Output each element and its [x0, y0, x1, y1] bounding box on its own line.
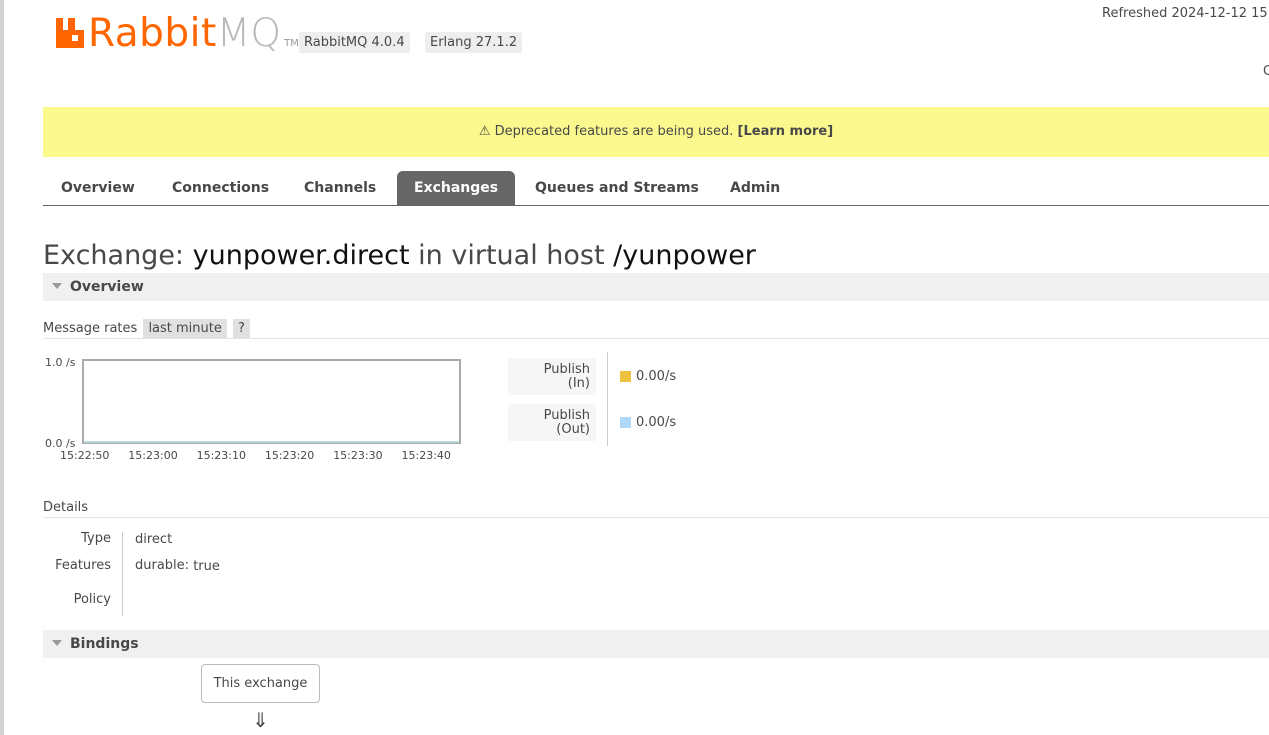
details-heading: Details: [43, 498, 1269, 518]
tab-exchanges[interactable]: Exchanges: [397, 171, 516, 206]
chart-plot-area: [82, 359, 461, 444]
collapse-triangle-icon: [52, 640, 62, 646]
legend-publish-in-line2: (In): [567, 375, 590, 391]
legend-publish-out-line1: Publish: [543, 407, 590, 423]
help-button[interactable]: ?: [233, 319, 250, 338]
type-label: Type: [81, 531, 111, 546]
tab-queues-and-streams[interactable]: Queues and Streams: [518, 171, 716, 206]
publish-out-rate-value: 0.00/s: [636, 415, 677, 430]
tab-overview[interactable]: Overview: [44, 171, 152, 206]
cluster-info-truncated: C: [1263, 64, 1269, 79]
x-tick-label: 15:23:40: [402, 449, 451, 462]
legend-publish-out: Publish (Out): [508, 404, 596, 441]
rate-range-selector[interactable]: last minute: [143, 319, 227, 338]
x-tick-labels: 15:22:50 15:23:00 15:23:10 15:23:20 15:23:30…: [60, 449, 451, 462]
y-tick-label-top: 1.0 /s: [45, 356, 76, 369]
page-title: Exchange: yunpower.direct in virtual hos…: [43, 240, 756, 271]
x-tick-label: 15:23:00: [128, 449, 177, 462]
tab-connections[interactable]: Connections: [155, 171, 286, 206]
title-middle: in virtual host: [418, 240, 605, 271]
legend-publish-out-line2: (Out): [556, 421, 590, 437]
message-rates-heading: Message rates last minute ?: [43, 319, 1269, 339]
message-rates-label: Message rates: [43, 321, 138, 336]
details-separator: [122, 532, 123, 616]
x-tick-label: 15:23:20: [265, 449, 314, 462]
refreshed-timestamp[interactable]: Refreshed 2024-12-12 15: [1102, 6, 1268, 21]
publish-in-rate: 0.00/s: [620, 369, 676, 384]
window-left-edge: [0, 0, 4, 735]
features-label: Features: [55, 558, 111, 573]
legend-separator: [607, 352, 608, 446]
x-tick-label: 15:23:30: [333, 449, 382, 462]
publish-in-swatch: [620, 371, 631, 382]
rabbitmq-logo-icon: [56, 18, 84, 48]
message-rates-chart: 1.0 /s 0.0 /s 15:22:50 15:23:00 15:23:10 15…: [45, 356, 461, 462]
main-nav-tabs: Overview Connections Channels Exchanges …: [43, 171, 1269, 206]
details-label: Details: [43, 500, 89, 515]
policy-label: Policy: [73, 592, 111, 607]
logo-trademark: TM: [284, 38, 299, 49]
virtual-host-name: /yunpower: [613, 240, 756, 271]
bindings-section-title: Bindings: [70, 636, 139, 652]
publish-out-swatch: [620, 417, 631, 428]
logo-text-mq: MQ: [216, 11, 282, 56]
banner-text: ⚠ Deprecated features are being used.: [478, 124, 734, 139]
overview-section-title: Overview: [70, 279, 144, 295]
features-value: durable: true: [135, 558, 220, 574]
down-arrow-icon: ⇓: [252, 708, 269, 732]
bindings-section-toggle[interactable]: Bindings: [43, 630, 1269, 658]
tab-channels[interactable]: Channels: [287, 171, 393, 206]
title-prefix: Exchange:: [43, 240, 185, 271]
this-exchange-box: This exchange: [201, 664, 320, 703]
type-value: direct: [135, 532, 173, 547]
collapse-triangle-icon: [52, 283, 62, 289]
erlang-version-badge: Erlang 27.1.2: [425, 32, 523, 53]
deprecated-features-banner: ⚠ Deprecated features are being used. [L…: [43, 107, 1269, 157]
rabbitmq-version-badge: RabbitMQ 4.0.4: [299, 32, 410, 53]
overview-section-toggle[interactable]: Overview: [43, 273, 1269, 301]
tab-admin[interactable]: Admin: [713, 171, 797, 206]
features-key-durable: durable:: [135, 558, 190, 573]
publish-in-rate-value: 0.00/s: [636, 369, 677, 384]
legend-publish-in: Publish (In): [508, 358, 596, 395]
x-tick-label: 15:23:10: [197, 449, 246, 462]
learn-more-link[interactable]: [Learn more]: [738, 124, 834, 139]
features-durable-value: true: [193, 559, 220, 574]
rabbitmq-logo[interactable]: Rabbit MQ TM: [54, 14, 299, 54]
logo-text-rabbit: Rabbit: [88, 11, 217, 56]
legend-publish-in-line1: Publish: [543, 361, 590, 377]
exchange-name: yunpower.direct: [192, 240, 410, 271]
publish-out-rate: 0.00/s: [620, 415, 676, 430]
x-tick-label: 15:22:50: [60, 449, 109, 462]
